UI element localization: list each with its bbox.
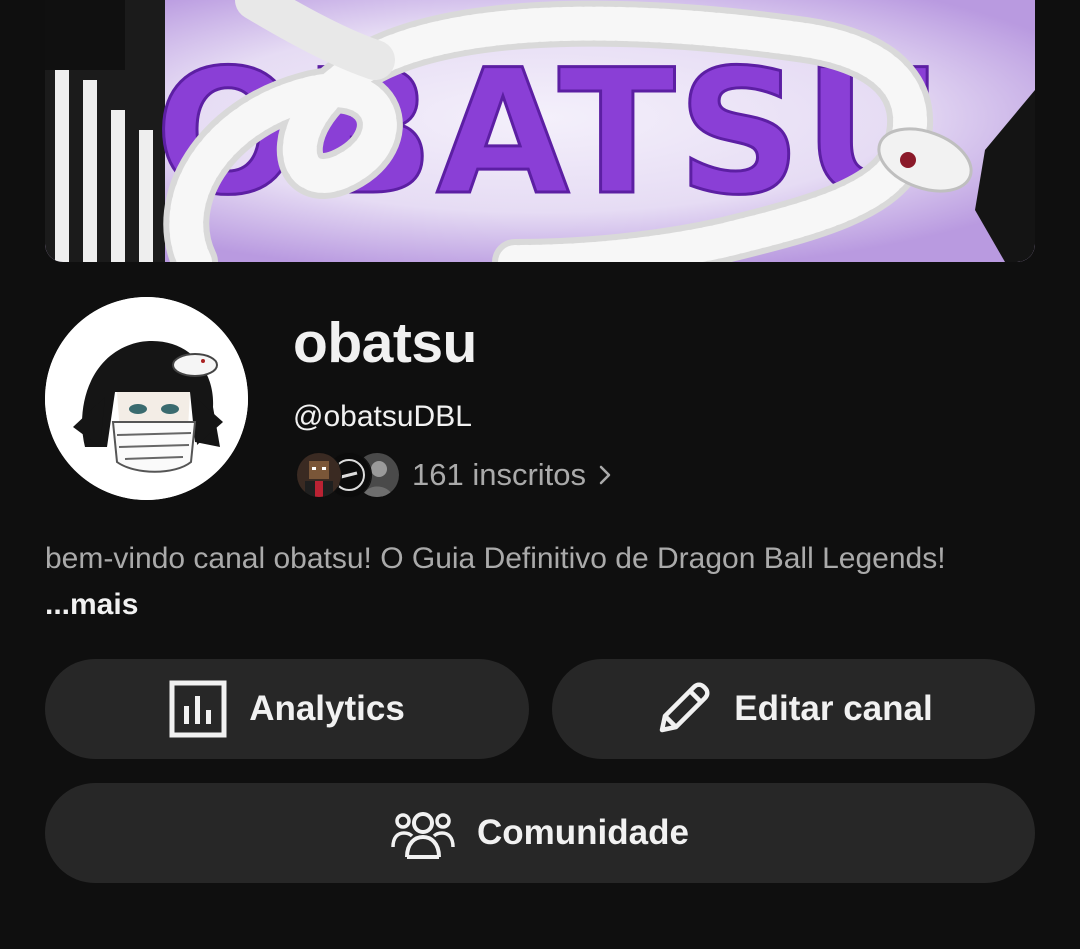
community-label: Comunidade [477, 813, 689, 852]
edit-channel-label: Editar canal [734, 689, 933, 728]
subscriber-avatars [296, 452, 400, 498]
people-group-icon [391, 812, 455, 859]
subscribers-row[interactable]: 161 inscritos [296, 452, 612, 498]
subscriber-count[interactable]: 161 inscritos [412, 457, 586, 493]
channel-handle: @obatsuDBL [293, 400, 472, 433]
channel-name: obatsu [293, 311, 477, 375]
subscriber-avatar [296, 452, 342, 498]
analytics-chart-icon [169, 680, 227, 738]
community-button[interactable]: Comunidade [45, 783, 1035, 883]
more-link[interactable]: ...mais [45, 588, 138, 621]
analytics-button[interactable]: Analytics [45, 659, 529, 759]
channel-description[interactable]: bem-vindo canal obatsu! O Guia Definitiv… [45, 536, 1035, 628]
channel-banner: OBATSU [45, 0, 1035, 262]
edit-channel-button[interactable]: Editar canal [552, 659, 1035, 759]
analytics-label: Analytics [249, 689, 405, 728]
description-text: bem-vindo canal obatsu! O Guia Definitiv… [45, 542, 946, 575]
chevron-right-icon[interactable] [598, 464, 612, 486]
pencil-icon [660, 682, 710, 733]
channel-avatar[interactable] [45, 297, 248, 500]
